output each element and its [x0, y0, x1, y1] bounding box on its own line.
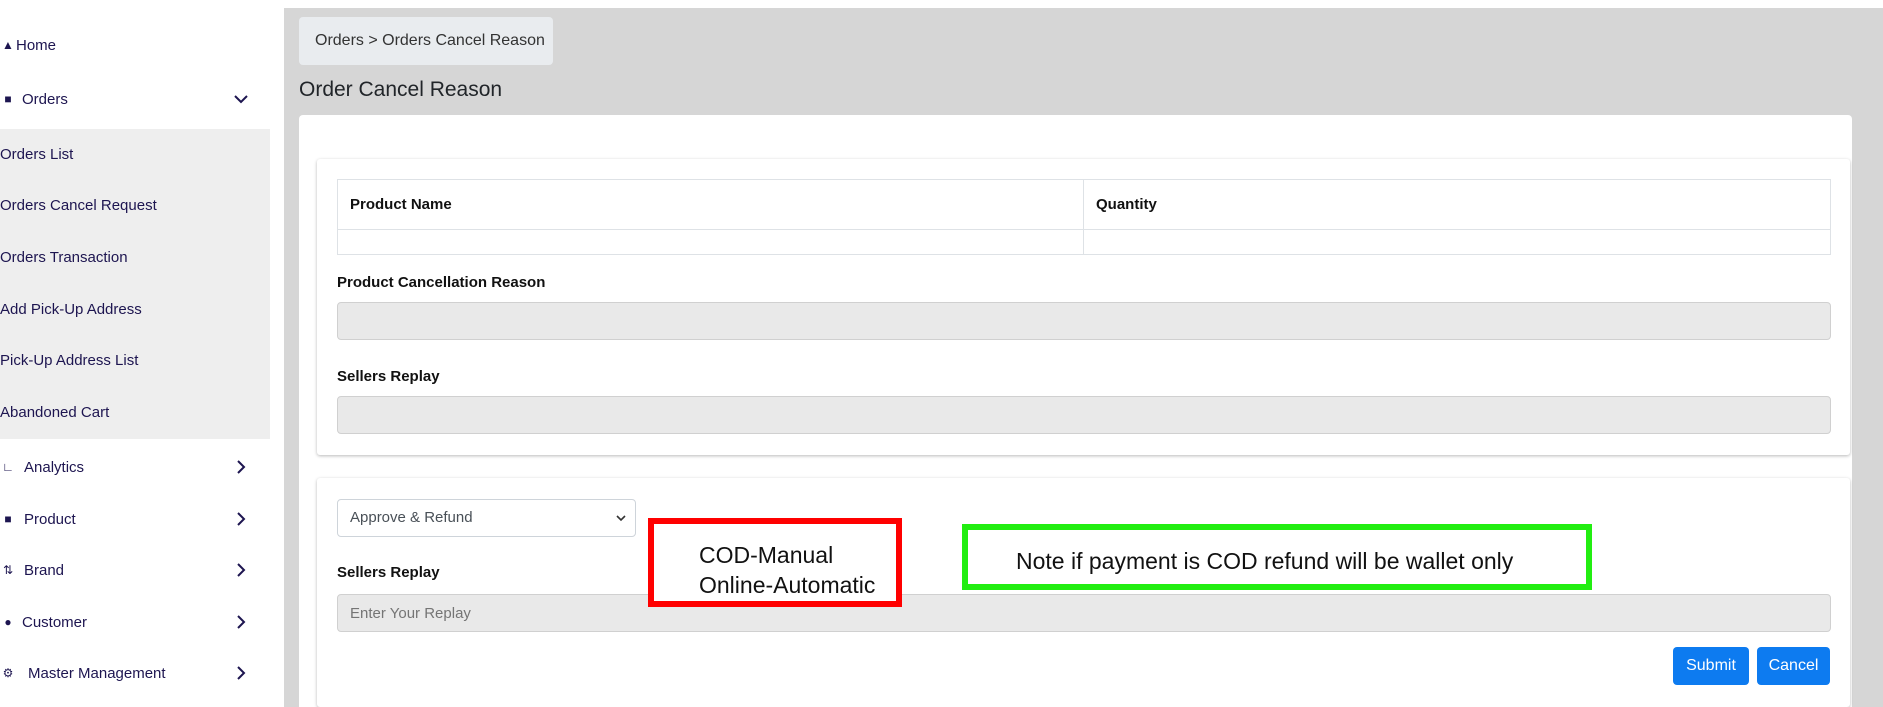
home-icon: ▲: [2, 38, 14, 52]
page-title: Order Cancel Reason: [299, 78, 503, 101]
sidebar-item-label: Master Management: [28, 664, 166, 682]
sidebar-item-label: Brand: [24, 561, 65, 579]
sidebar-item-customer[interactable]: ● Customer: [0, 611, 270, 633]
column-header-product-name: Product Name: [337, 179, 1084, 230]
sidebar-item-label: Product: [24, 510, 76, 528]
refund-note-annotation: Note if payment is COD refund will be wa…: [962, 524, 1592, 590]
table-header-row: Product Name Quantity: [337, 179, 1831, 230]
sidebar-item-orders[interactable]: ■ Orders: [0, 88, 270, 110]
user-icon: ●: [4, 615, 12, 629]
sidebar-item-product[interactable]: ■ Product: [0, 508, 270, 530]
annotation-line-cod: COD-Manual: [699, 542, 834, 568]
action-select-value: Approve & Refund: [350, 509, 473, 526]
sidebar-item-label: Home: [16, 36, 57, 54]
sidebar-item-analytics[interactable]: ∟ Analytics: [0, 456, 270, 478]
sellers-replay-label: Sellers Replay: [337, 564, 440, 581]
product-cancellation-reason-label: Product Cancellation Reason: [337, 274, 546, 291]
sidebar-item-home[interactable]: ▲ Home: [0, 34, 270, 56]
column-header-quantity: Quantity: [1083, 179, 1831, 230]
sidebar-item-master-management[interactable]: ⚙ Master Management: [0, 662, 270, 684]
chevron-right-icon[interactable]: [232, 664, 250, 682]
table-row: [337, 229, 1831, 255]
sellers-replay-input[interactable]: [337, 594, 1831, 632]
chevron-right-icon[interactable]: [232, 458, 250, 476]
chevron-down-icon: [616, 515, 626, 522]
sidebar: ▲ Home ■ Orders Orders List Orders Cance…: [0, 0, 270, 707]
table-cell: [337, 229, 1084, 255]
orders-submenu: Orders List Orders Cancel Request Orders…: [0, 129, 270, 439]
gear-icon: ⚙: [2, 666, 14, 680]
cancel-button[interactable]: Cancel: [1757, 647, 1830, 685]
payment-mode-annotation: COD-Manual Online-Automatic: [648, 518, 902, 607]
sidebar-item-orders-list[interactable]: Orders List: [0, 146, 73, 163]
sidebar-item-orders-cancel-request[interactable]: Orders Cancel Request: [0, 197, 157, 214]
sellers-replay-readonly-field: [337, 396, 1831, 434]
sidebar-item-orders-transaction[interactable]: Orders Transaction: [0, 249, 128, 266]
sidebar-item-add-pickup-address[interactable]: Add Pick-Up Address: [0, 301, 142, 318]
top-strip: [0, 0, 1883, 8]
submit-button[interactable]: Submit: [1673, 647, 1749, 685]
chevron-down-icon[interactable]: [232, 90, 250, 108]
sellers-replay-readonly-label: Sellers Replay: [337, 368, 440, 385]
chevron-right-icon[interactable]: [232, 510, 250, 528]
brand-icon: ⇅: [2, 563, 14, 577]
chart-icon: ∟: [2, 460, 14, 474]
action-select[interactable]: Approve & Refund: [337, 499, 636, 537]
sidebar-item-pickup-address-list[interactable]: Pick-Up Address List: [0, 352, 138, 369]
sidebar-item-label: Analytics: [24, 458, 85, 476]
chevron-right-icon[interactable]: [232, 561, 250, 579]
sidebar-item-label: Orders: [22, 90, 68, 108]
sidebar-item-brand[interactable]: ⇅ Brand: [0, 559, 270, 581]
product-icon: ■: [4, 512, 12, 526]
sidebar-item-label: Customer: [22, 613, 88, 631]
box-icon: ■: [4, 92, 12, 106]
product-table: Product Name Quantity: [337, 179, 1831, 255]
chevron-right-icon[interactable]: [232, 613, 250, 631]
sidebar-item-abandoned-cart[interactable]: Abandoned Cart: [0, 404, 109, 421]
product-cancellation-reason-field: [337, 302, 1831, 340]
breadcrumb[interactable]: Orders > Orders Cancel Reason: [299, 17, 553, 65]
annotation-line-online: Online-Automatic: [699, 572, 876, 598]
table-cell: [1083, 229, 1831, 255]
